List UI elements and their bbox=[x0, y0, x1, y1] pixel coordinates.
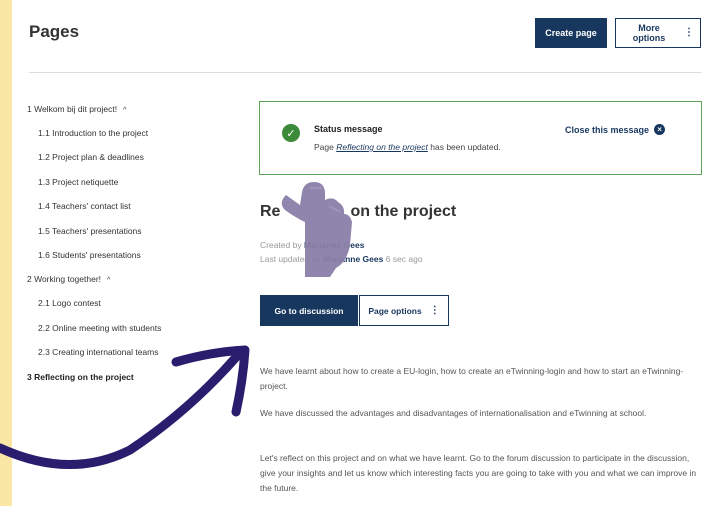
more-options-button[interactable]: More options ⋮ bbox=[615, 18, 701, 48]
sidebar-item-reflecting[interactable]: 3 Reflecting on the project bbox=[27, 372, 134, 382]
page-panel: Pages Create page More options ⋮ 1 Welko… bbox=[12, 0, 711, 506]
sidebar-item-project-plan[interactable]: 1.2 Project plan & deadlines bbox=[38, 152, 144, 162]
sidebar-item-label: 2 Working together! bbox=[27, 274, 102, 284]
updated-by-link[interactable]: Marianne Gees bbox=[323, 254, 383, 264]
sidebar-item-welkom[interactable]: 1 Welkom bij dit project! ^ bbox=[27, 104, 126, 114]
sidebar-item-working-together[interactable]: 2 Working together! ^ bbox=[27, 274, 110, 284]
page-options-button[interactable]: Page options ⋮ bbox=[359, 295, 449, 326]
header-divider bbox=[29, 72, 701, 73]
sidebar-item-international-teams[interactable]: 2.3 Creating international teams bbox=[38, 347, 159, 357]
body-paragraph: We have discussed the advantages and dis… bbox=[260, 408, 647, 418]
updated-prefix: Last updated by bbox=[260, 254, 323, 264]
created-by-line: Created by Marianne Gees bbox=[260, 240, 364, 250]
go-to-discussion-button[interactable]: Go to discussion bbox=[260, 295, 358, 326]
create-page-button[interactable]: Create page bbox=[535, 18, 607, 48]
page-heading: Re on the project bbox=[260, 203, 456, 221]
sidebar-item-teachers-presentations[interactable]: 1.5 Teachers' presentations bbox=[38, 226, 142, 236]
status-text-prefix: Page bbox=[314, 142, 337, 152]
body-paragraph: Let's reflect on this project and on wha… bbox=[260, 453, 697, 493]
status-text-suffix: has been updated. bbox=[427, 142, 501, 152]
check-icon: ✓ bbox=[282, 124, 300, 142]
updated-time: 6 sec ago bbox=[383, 254, 423, 264]
sidebar-item-introduction[interactable]: 1.1 Introduction to the project bbox=[38, 128, 148, 138]
kebab-icon: ⋮ bbox=[684, 27, 694, 38]
status-text: Page Reflecting on the project has been … bbox=[314, 142, 501, 152]
sidebar-item-students-presentations[interactable]: 1.6 Students' presentations bbox=[38, 250, 141, 260]
sidebar-item-label: 1 Welkom bij dit project! bbox=[27, 104, 118, 114]
body-paragraph: We have learnt about how to create a EU-… bbox=[260, 366, 684, 391]
page-heading-start: Re bbox=[260, 203, 281, 220]
close-message-label: Close this message bbox=[565, 124, 650, 135]
sidebar-item-logo-contest[interactable]: 2.1 Logo contest bbox=[38, 298, 101, 308]
page-heading-end: on the project bbox=[350, 203, 457, 220]
status-message: ✓ Status message Page Reflecting on the … bbox=[259, 101, 702, 175]
sidebar-item-online-meeting[interactable]: 2.2 Online meeting with students bbox=[38, 323, 161, 333]
page-options-label: Page options bbox=[368, 305, 422, 316]
more-options-label: More options bbox=[632, 23, 666, 43]
sidebar-item-netiquette[interactable]: 1.3 Project netiquette bbox=[38, 177, 118, 187]
status-page-link[interactable]: Reflecting on the project bbox=[336, 142, 428, 152]
chevron-up-icon[interactable]: ^ bbox=[123, 107, 126, 114]
chevron-up-icon[interactable]: ^ bbox=[107, 277, 110, 284]
status-title: Status message bbox=[314, 124, 383, 134]
updated-by-line: Last updated by Marianne Gees 6 sec ago bbox=[260, 254, 423, 264]
page-title: Pages bbox=[29, 22, 80, 41]
sidebar-item-contact-list[interactable]: 1.4 Teachers' contact list bbox=[38, 201, 131, 211]
created-prefix: Created by bbox=[260, 240, 304, 250]
created-by-link[interactable]: Marianne Gees bbox=[304, 240, 364, 250]
close-icon: × bbox=[654, 124, 666, 135]
kebab-icon: ⋮ bbox=[429, 304, 440, 316]
close-message-button[interactable]: Close this message × bbox=[565, 124, 666, 135]
